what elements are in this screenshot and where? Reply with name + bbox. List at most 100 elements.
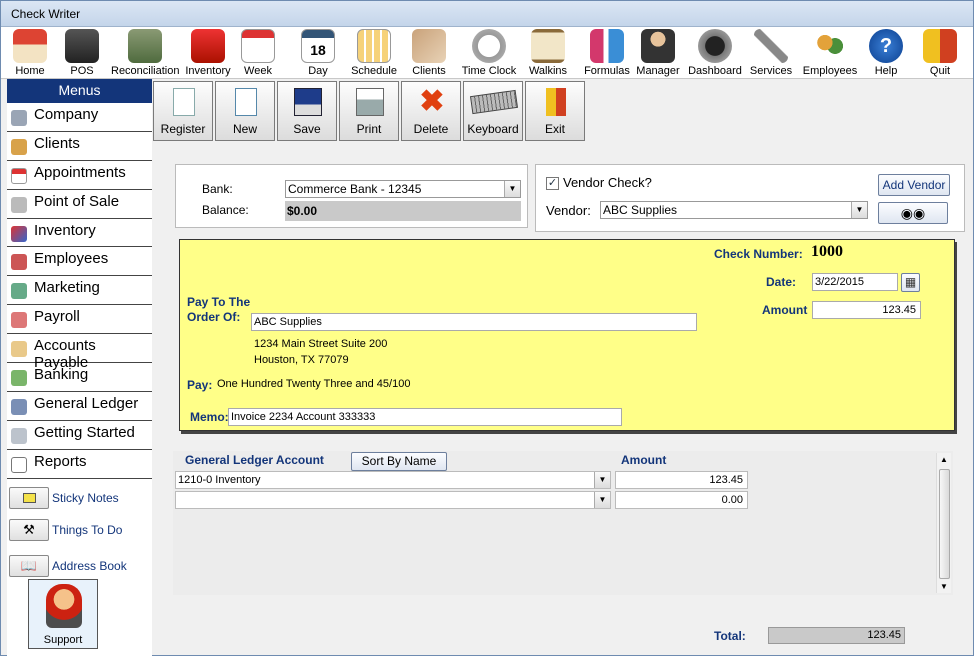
total-label: Total: [714,629,746,643]
boxes-icon [11,225,27,242]
add-vendor-button[interactable]: Add Vendor [878,174,950,196]
delete-button[interactable]: ✖ Delete [401,81,461,141]
sticky-notes-link[interactable]: Sticky Notes [9,487,151,511]
check-number-value: 1000 [811,243,843,260]
sidebar-item-inventory[interactable]: Inventory [7,219,152,248]
chevron-down-icon: ▼ [594,472,610,488]
exit-door-icon [546,88,566,116]
printer-icon [356,88,384,116]
chevron-down-icon: ▼ [504,181,520,197]
memo-field[interactable]: Invoice 2234 Account 333333 [228,408,622,426]
gl-distribution-grid: General Ledger Account Sort By Name Amou… [173,451,953,595]
check-form: Check Number: 1000 Date: 3/22/2015 ▦ Amo… [179,239,955,431]
balance-label: Balance: [202,203,249,217]
gl-amount-row-2[interactable]: 0.00 [615,491,748,509]
scissors-icon [754,29,788,63]
exit-button[interactable]: Exit [525,81,585,141]
toolbar-inventory[interactable]: Inventory [183,27,233,79]
toolbar-employees[interactable]: Employees [801,27,859,79]
keyboard-icon [11,427,27,444]
new-button[interactable]: New [215,81,275,141]
toolbar-walkins[interactable]: Walkins [527,27,569,79]
toolbar-reconciliation[interactable]: Reconciliation [111,27,179,79]
date-field[interactable]: 3/22/2015 [812,273,898,291]
binoculars-search-button[interactable]: ◉◉ [878,202,948,224]
gl-amount-header: Amount [621,453,667,467]
sidebar-item-banking[interactable]: Banking [7,363,152,392]
help-icon: ? [869,29,903,63]
keyboard-button[interactable]: Keyboard [463,81,523,141]
print-button[interactable]: Print [339,81,399,141]
vendor-select[interactable]: ABC Supplies ▼ [600,201,868,219]
marketing-icon [11,283,27,300]
sort-by-name-button[interactable]: Sort By Name [351,452,447,471]
product-box-icon [191,29,225,63]
support-button[interactable]: Support [28,579,98,649]
sidebar-item-accounts-payable[interactable]: Accounts Payable [7,334,152,371]
scroll-up-icon[interactable]: ▲ [940,455,948,464]
support-agent-icon [46,584,82,628]
house-icon [13,29,47,63]
gl-vertical-scrollbar[interactable]: ▲ ▼ [936,453,951,593]
sidebar-item-payroll[interactable]: Payroll [7,305,152,335]
toolbar-clients[interactable]: Clients [407,27,451,79]
address-book-link[interactable]: 📖 Address Book [9,555,151,579]
toolbar-home[interactable]: Home [9,27,51,79]
gl-amount-row-1[interactable]: 123.45 [615,471,748,489]
sidebar-item-employees[interactable]: Employees [7,247,152,277]
sidebar-item-marketing[interactable]: Marketing [7,276,152,306]
toolbar-formulas[interactable]: Formulas [583,27,631,79]
main-icon-toolbar: Home POS Reconciliation Inventory Week 1… [1,27,973,79]
amount-field[interactable]: 123.45 [812,301,921,319]
sidebar-item-company[interactable]: Company [7,103,152,132]
week-calendar-icon [241,29,275,63]
balance-value: $0.00 [285,201,521,221]
building-icon [11,110,27,126]
save-button[interactable]: Save [277,81,337,141]
calendar-icon [11,167,27,184]
manager-icon [641,29,675,63]
vendor-address-line2: Houston, TX 77079 [254,354,349,366]
sidebar-item-appointments[interactable]: Appointments [7,161,152,190]
vendor-address-line1: 1234 Main Street Suite 200 [254,338,388,350]
gl-account-select-row-2[interactable]: ▼ [175,491,611,509]
toolbar-week[interactable]: Week [239,27,277,79]
sidebar-item-clients[interactable]: Clients [7,132,152,161]
toolbar-schedule[interactable]: Schedule [349,27,399,79]
gl-account-select-row-1[interactable]: 1210-0 Inventory ▼ [175,471,611,489]
toolbar-quit[interactable]: Quit [921,27,959,79]
sidebar-item-reports[interactable]: Reports [7,450,152,479]
bank-label: Bank: [202,182,233,196]
sidebar-item-point-of-sale[interactable]: Point of Sale [7,190,152,219]
toolbar-help[interactable]: ? Help [867,27,905,79]
gauge-icon [698,29,732,63]
hammer-icon: ⚒ [9,519,49,541]
toolbar-dashboard[interactable]: Dashboard [687,27,743,79]
cart-icon [11,196,27,213]
sticky-note-icon [9,487,49,509]
clients-icon [11,138,27,155]
scrollbar-thumb[interactable] [939,469,950,579]
menus-header: Menus [7,79,152,103]
bank-panel: Bank: Commerce Bank - 12345 ▼ Balance: $… [175,164,528,228]
register-button[interactable]: Register [153,81,213,141]
payto-field[interactable]: ABC Supplies [251,313,697,331]
things-to-do-link[interactable]: ⚒ Things To Do [9,519,151,543]
bank-select[interactable]: Commerce Bank - 12345 ▼ [285,180,521,198]
calendar-picker-button[interactable]: ▦ [901,273,920,292]
vendor-check-checkbox[interactable]: ✓ [546,177,559,190]
action-toolbar: Register New Save Print ✖ Delete Keyboar… [153,81,585,141]
banknote-icon [11,370,27,387]
toolbar-services[interactable]: Services [749,27,793,79]
sidebar-item-general-ledger[interactable]: General Ledger [7,392,152,421]
sidebar-item-getting-started[interactable]: Getting Started [7,421,152,450]
scroll-down-icon[interactable]: ▼ [940,582,948,591]
toolbar-pos[interactable]: POS [63,27,101,79]
payto-label-line1: Pay To The [187,295,251,309]
payable-icon [11,341,27,358]
toolbar-time-clock[interactable]: Time Clock [461,27,517,79]
toolbar-manager[interactable]: Manager [635,27,681,79]
chevron-down-icon: ▼ [594,492,610,508]
floppy-disk-icon [294,88,322,116]
toolbar-day[interactable]: 18 Day [299,27,337,79]
